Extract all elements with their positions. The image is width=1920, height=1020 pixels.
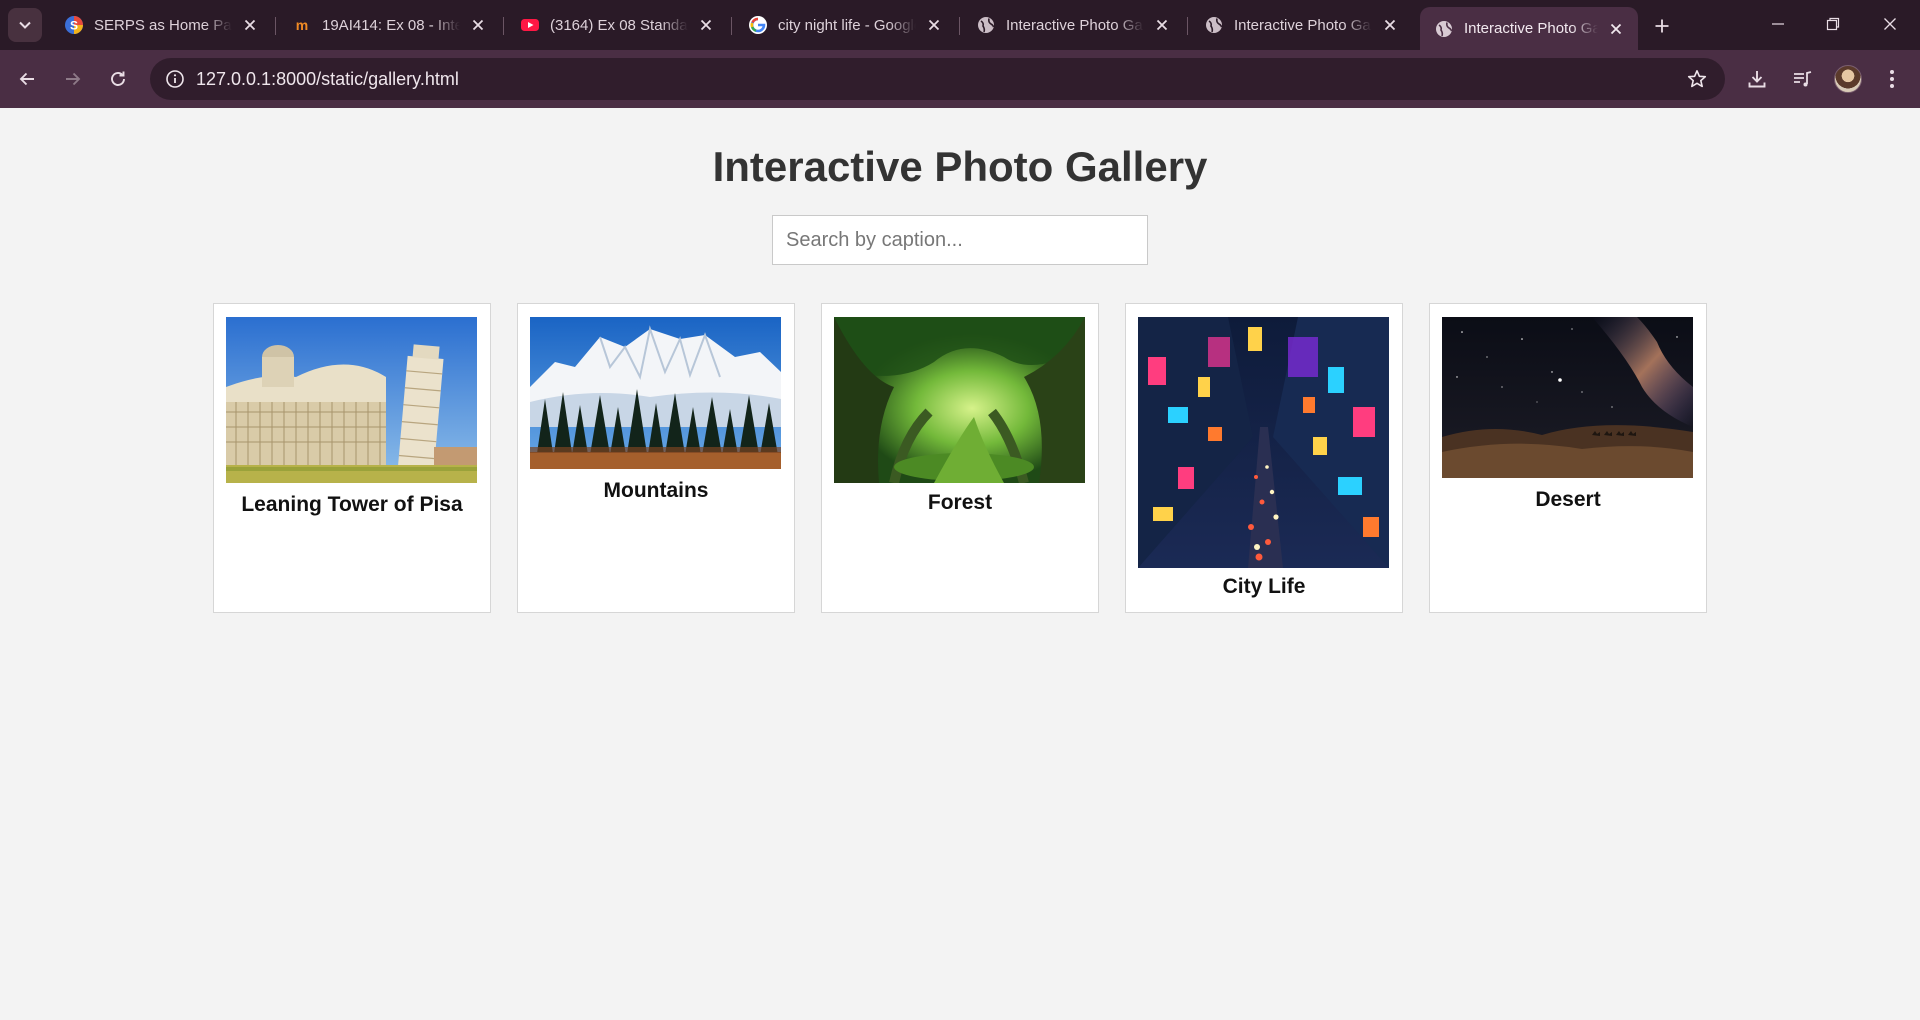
download-icon bbox=[1748, 71, 1766, 88]
address-bar[interactable]: 127.0.0.1:8000/static/gallery.html bbox=[150, 58, 1725, 100]
gallery-card-desert[interactable]: Desert bbox=[1429, 303, 1707, 613]
tab-moodle[interactable]: m 19AI414: Ex 08 - Interactive bbox=[278, 7, 500, 43]
close-icon[interactable] bbox=[924, 15, 944, 35]
svg-text:m: m bbox=[296, 17, 308, 33]
tab-title: Interactive Photo Gallery bbox=[1234, 16, 1372, 34]
photo-caption: Mountains bbox=[603, 479, 709, 502]
close-icon[interactable] bbox=[1152, 15, 1172, 35]
reload-button[interactable] bbox=[101, 62, 135, 96]
more-vertical-icon bbox=[1890, 70, 1894, 88]
tab-serps[interactable]: S SERPS as Home Page bbox=[50, 7, 272, 43]
minimize-button[interactable] bbox=[1758, 8, 1798, 40]
photo-caption: Leaning Tower of Pisa bbox=[241, 493, 463, 516]
photo-caption: Desert bbox=[1535, 488, 1601, 511]
gallery-card-forest[interactable]: Forest bbox=[821, 303, 1099, 613]
window-close-button[interactable] bbox=[1870, 8, 1910, 40]
svg-text:S: S bbox=[70, 19, 78, 33]
close-icon[interactable] bbox=[468, 15, 488, 35]
close-icon[interactable] bbox=[696, 15, 716, 35]
photo-caption: Forest bbox=[927, 491, 993, 514]
arrow-left-icon bbox=[19, 72, 34, 86]
gallery-card-mountains[interactable]: Mountains bbox=[517, 303, 795, 613]
reload-icon bbox=[111, 71, 125, 86]
youtube-favicon bbox=[520, 15, 540, 35]
forward-button[interactable] bbox=[56, 62, 90, 96]
tab-gallery-2[interactable]: Interactive Photo Gallery bbox=[1190, 7, 1412, 43]
bookmark-star-icon[interactable] bbox=[1685, 67, 1709, 91]
tab-title: city night life - Google bbox=[778, 16, 916, 34]
restore-icon bbox=[1826, 17, 1840, 31]
site-info-icon[interactable] bbox=[160, 64, 190, 94]
photo-caption: City Life bbox=[1222, 575, 1306, 598]
tab-google[interactable]: city night life - Google bbox=[734, 7, 956, 43]
tab-title: Interactive Photo Gallery bbox=[1006, 16, 1144, 34]
search-input[interactable] bbox=[772, 215, 1148, 265]
google-favicon bbox=[748, 15, 768, 35]
tab-separator bbox=[731, 17, 732, 35]
desert-photo[interactable] bbox=[1442, 317, 1693, 478]
tab-gallery-active[interactable]: Interactive Photo Gallery bbox=[1420, 7, 1638, 50]
globe-favicon bbox=[976, 15, 996, 35]
back-button[interactable] bbox=[10, 62, 44, 96]
gallery-card-pisa[interactable]: Leaning Tower of Pisa bbox=[213, 303, 491, 613]
tab-strip: S SERPS as Home Page m 19AI414: Ex 08 - … bbox=[0, 0, 1920, 50]
globe-favicon bbox=[1434, 19, 1454, 39]
globe-favicon bbox=[1204, 15, 1224, 35]
chevron-down-icon bbox=[19, 21, 31, 29]
city-photo[interactable] bbox=[1138, 317, 1389, 568]
tab-separator bbox=[503, 17, 504, 35]
tab-gallery-1[interactable]: Interactive Photo Gallery bbox=[962, 7, 1184, 43]
serps-favicon: S bbox=[64, 15, 84, 35]
plus-icon bbox=[1655, 19, 1669, 33]
tab-separator bbox=[1187, 17, 1188, 35]
tab-title: SERPS as Home Page bbox=[94, 16, 232, 34]
url-text[interactable]: 127.0.0.1:8000/static/gallery.html bbox=[196, 69, 459, 90]
tab-title: 19AI414: Ex 08 - Interactive bbox=[322, 16, 460, 34]
mountains-photo[interactable] bbox=[530, 317, 781, 469]
forest-photo[interactable] bbox=[834, 317, 1085, 483]
close-icon bbox=[1884, 18, 1896, 30]
close-icon[interactable] bbox=[1380, 15, 1400, 35]
tab-search-button[interactable] bbox=[8, 8, 42, 42]
pisa-photo[interactable] bbox=[226, 317, 477, 483]
minimize-icon bbox=[1772, 23, 1784, 25]
media-controls-button[interactable] bbox=[1785, 62, 1819, 96]
tab-youtube[interactable]: (3164) Ex 08 Standard bbox=[506, 7, 728, 43]
moodle-favicon: m bbox=[292, 15, 312, 35]
new-tab-button[interactable] bbox=[1648, 12, 1676, 40]
tab-separator bbox=[959, 17, 960, 35]
close-icon[interactable] bbox=[240, 15, 260, 35]
tab-title: Interactive Photo Gallery bbox=[1464, 20, 1598, 37]
restore-button[interactable] bbox=[1813, 8, 1853, 40]
browser-menu-button[interactable] bbox=[1875, 62, 1909, 96]
playlist-music-icon bbox=[1794, 71, 1812, 87]
browser-toolbar: 127.0.0.1:8000/static/gallery.html bbox=[0, 50, 1920, 108]
arrow-right-icon bbox=[66, 72, 81, 86]
tab-title: (3164) Ex 08 Standard bbox=[550, 16, 688, 34]
close-icon[interactable] bbox=[1606, 19, 1626, 39]
page-title: Interactive Photo Gallery bbox=[712, 143, 1208, 190]
tab-separator bbox=[275, 17, 276, 35]
page-content: Interactive Photo Gallery Search by capt… bbox=[0, 108, 1920, 1020]
profile-avatar[interactable] bbox=[1834, 65, 1862, 93]
gallery-card-city[interactable]: City Life bbox=[1125, 303, 1403, 613]
downloads-button[interactable] bbox=[1740, 62, 1774, 96]
